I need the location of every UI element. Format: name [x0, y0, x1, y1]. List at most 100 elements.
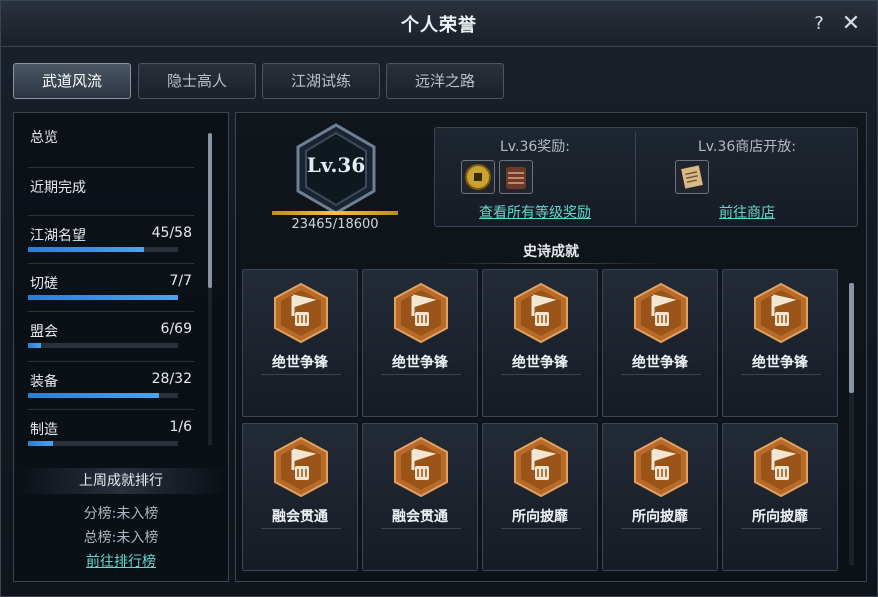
achievement-name: 融会贯通 [272, 509, 328, 525]
fist-banner-icon [513, 436, 569, 498]
category-progress-bar [28, 247, 178, 252]
fist-banner-icon [633, 436, 689, 498]
epic-achievements-title: 史诗成就 [523, 244, 579, 260]
divider [381, 528, 461, 529]
category-recent[interactable]: 近期完成 [28, 177, 196, 225]
achievement-scrollbar[interactable] [849, 283, 854, 565]
divider [381, 374, 461, 375]
achievement-card[interactable]: 所向披靡 [602, 423, 718, 571]
achievement-name: 融会贯通 [392, 509, 448, 525]
gold-coin-icon[interactable] [461, 160, 495, 194]
ranking-header: 上周成就排行 [15, 468, 227, 494]
category-reputation[interactable]: 江湖名望 45/58 [28, 225, 196, 273]
reward-box: Lv.36奖励: 查看所有等级奖励 Lv.36商店开放: 前往商店 [434, 127, 858, 227]
category-progress-bar [28, 393, 178, 398]
category-scrollbar[interactable] [208, 133, 212, 445]
category-count: 1/6 [169, 419, 192, 435]
close-button[interactable]: ✕ [839, 12, 863, 36]
divider [501, 528, 581, 529]
fist-banner-icon [393, 282, 449, 344]
divider [621, 374, 701, 375]
category-equipment[interactable]: 装备 28/32 [28, 371, 196, 419]
divider [28, 215, 194, 216]
divider [28, 167, 194, 168]
leather-armor-icon[interactable] [499, 160, 533, 194]
achievement-card[interactable]: 融会贯通 [242, 423, 358, 571]
tab-jianghu[interactable]: 江湖试练 [262, 63, 380, 99]
fist-banner-icon [273, 282, 329, 344]
category-label: 切磋 [30, 276, 58, 292]
category-label: 制造 [30, 422, 58, 438]
scroll-book-icon[interactable] [675, 160, 709, 194]
xp-bar [272, 211, 398, 215]
category-label: 盟会 [30, 324, 58, 340]
window-title: 个人荣誉 [401, 15, 477, 36]
category-count: 45/58 [151, 225, 192, 241]
fist-banner-icon [633, 282, 689, 344]
fist-banner-icon [513, 282, 569, 344]
divider [621, 528, 701, 529]
achievement-name: 所向披靡 [512, 509, 568, 525]
category-scroll-thumb[interactable] [208, 133, 212, 288]
category-crafting[interactable]: 制造 1/6 [28, 419, 196, 467]
achievement-card[interactable]: 所向披靡 [722, 423, 838, 571]
achievement-name: 绝世争锋 [752, 355, 808, 371]
achievement-name: 所向披靡 [752, 509, 808, 525]
honor-window: 个人荣誉 ? ✕ 武道风流 隐士高人 江湖试练 远洋之路 总览 近期完成 江湖名… [0, 0, 878, 597]
category-panel: 总览 近期完成 江湖名望 45/58 切磋 7/7 盟会 6/69 装备 28/… [13, 112, 229, 582]
achievement-card[interactable]: 绝世争锋 [602, 269, 718, 417]
category-label: 装备 [30, 374, 58, 390]
achievement-card[interactable]: 绝世争锋 [362, 269, 478, 417]
achievement-name: 绝世争锋 [512, 355, 568, 371]
tab-yuanyang[interactable]: 远洋之路 [386, 63, 504, 99]
fist-banner-icon [753, 436, 809, 498]
tab-wudao[interactable]: 武道风流 [13, 63, 131, 99]
shop-title: Lv.36商店开放: [698, 139, 796, 155]
achievement-card[interactable]: 融会贯通 [362, 423, 478, 571]
category-count: 7/7 [169, 273, 192, 289]
achievement-scroll-thumb[interactable] [849, 283, 854, 393]
achievement-card[interactable]: 绝世争锋 [482, 269, 598, 417]
progress-fill [28, 343, 42, 348]
achievement-card[interactable]: 所向披靡 [482, 423, 598, 571]
tab-yinshi[interactable]: 隐士高人 [138, 63, 256, 99]
achievement-name: 所向披靡 [632, 509, 688, 525]
divider [436, 263, 666, 264]
divider [28, 409, 194, 410]
goto-shop-link[interactable]: 前往商店 [636, 202, 858, 222]
achievement-name: 绝世争锋 [392, 355, 448, 371]
category-sparring[interactable]: 切磋 7/7 [28, 273, 196, 321]
divider [741, 374, 821, 375]
achievement-card[interactable]: 绝世争锋 [722, 269, 838, 417]
category-label: 总览 [30, 130, 58, 146]
fist-banner-icon [273, 436, 329, 498]
progress-fill [28, 441, 54, 446]
achievement-panel: Lv.36 23465/18600 Lv.36奖励: 查看所有等级奖励 Lv.3… [235, 112, 867, 582]
divider [28, 263, 194, 264]
help-button[interactable]: ? [807, 12, 831, 36]
progress-fill [28, 247, 145, 252]
progress-fill [28, 295, 178, 300]
category-progress-bar [28, 295, 178, 300]
reward-title: Lv.36奖励: [500, 139, 570, 155]
divider [741, 528, 821, 529]
divider [28, 361, 194, 362]
category-progress-bar [28, 343, 178, 348]
title-bar[interactable]: 个人荣誉 ? ✕ [1, 1, 877, 47]
achievement-name: 绝世争锋 [272, 355, 328, 371]
category-count: 6/69 [160, 321, 192, 337]
achievement-name: 绝世争锋 [632, 355, 688, 371]
category-label: 江湖名望 [30, 228, 86, 244]
fist-banner-icon [393, 436, 449, 498]
level-badge-icon: Lv.36 [294, 123, 378, 215]
divider [28, 311, 194, 312]
divider [261, 528, 341, 529]
achievement-card[interactable]: 绝世争锋 [242, 269, 358, 417]
total-rank-text: 总榜:未入榜 [83, 530, 159, 546]
progress-fill [28, 393, 160, 398]
fist-banner-icon [753, 282, 809, 344]
view-level-rewards-link[interactable]: 查看所有等级奖励 [435, 202, 635, 222]
category-count: 28/32 [151, 371, 192, 387]
category-label: 近期完成 [30, 180, 86, 196]
goto-leaderboard-link[interactable]: 前往排行榜 [14, 551, 228, 571]
